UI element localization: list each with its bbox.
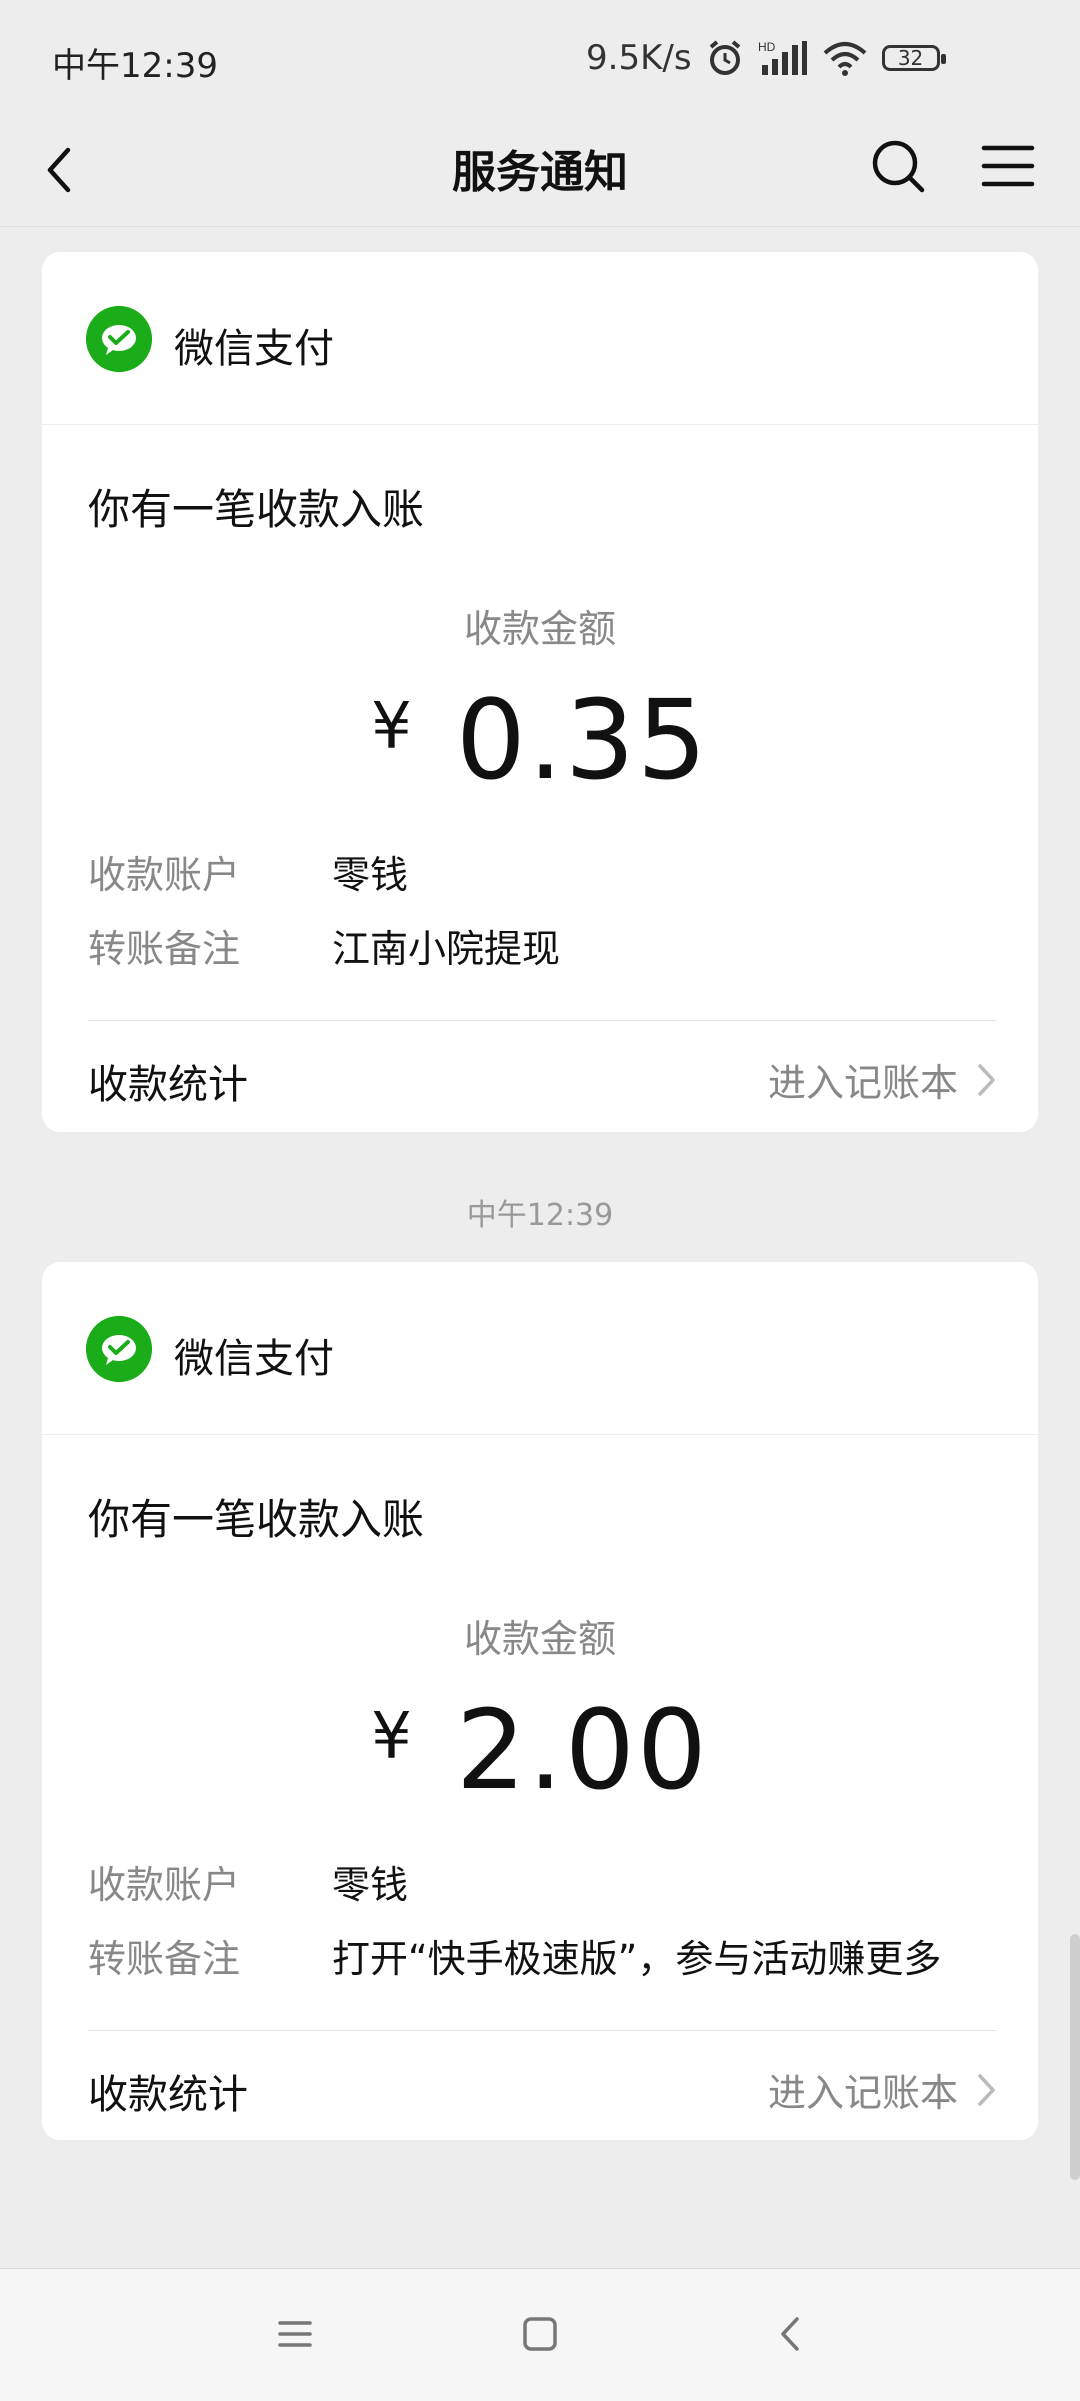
- brand-name: 微信支付: [174, 1336, 334, 1382]
- divider: [88, 2030, 996, 2031]
- amount-value: ¥2.00: [42, 1686, 1038, 1814]
- field-value: 打开“快手极速版”，参与活动赚更多: [332, 1937, 942, 1981]
- field-row: 收款账户 零钱: [88, 844, 408, 899]
- card-title: 你有一笔收款入账: [88, 1495, 425, 1544]
- scrollbar[interactable]: [1070, 1934, 1080, 2180]
- status-bar: 中午12:39 9.5K/s HD 32: [0, 0, 1080, 120]
- field-key: 转账备注: [88, 927, 241, 971]
- stats-label: 收款统计: [88, 2072, 248, 2118]
- amount-number: 0.35: [455, 676, 709, 804]
- currency-symbol: ¥: [371, 1700, 414, 1774]
- field-value: 江南小院提现: [332, 927, 561, 971]
- stats-label: 收款统计: [88, 1062, 248, 1108]
- battery-icon: 32: [881, 45, 946, 71]
- card-header: 微信支付: [42, 252, 1038, 425]
- open-ledger-link[interactable]: 进入记账本: [768, 2062, 998, 2117]
- card-header: 微信支付: [42, 1262, 1038, 1435]
- field-value: 零钱: [332, 853, 409, 897]
- field-row: 转账备注 打开“快手极速版”，参与活动赚更多: [88, 1928, 941, 1983]
- amount-label: 收款金额: [463, 1617, 616, 1661]
- battery-level: 32: [897, 46, 924, 70]
- alarm-icon: [709, 40, 740, 75]
- network-speed: 9.5K/s: [586, 38, 692, 78]
- amount-number: 2.00: [455, 1686, 709, 1814]
- menu-icon[interactable]: [976, 134, 1040, 198]
- status-time: 中午12:39: [52, 46, 218, 86]
- back-nav-icon[interactable]: [766, 2309, 816, 2359]
- field-key: 转账备注: [88, 1937, 241, 1981]
- wechat-pay-logo: [86, 306, 152, 372]
- recent-apps-icon[interactable]: [270, 2309, 320, 2359]
- divider: [88, 1020, 996, 1021]
- payment-notification-card[interactable]: 微信支付 你有一笔收款入账 收款金额 ¥2.00 收款账户 零钱 转账备注 打开“快…: [42, 1262, 1038, 2140]
- open-ledger-label: 进入记账本: [767, 1061, 958, 1105]
- system-nav-bar: [0, 2268, 1080, 2401]
- chevron-right-icon: [978, 1063, 995, 1096]
- wifi-icon: [823, 42, 866, 76]
- chevron-right-icon: [978, 2073, 995, 2106]
- field-row: 收款账户 零钱: [88, 1854, 408, 1909]
- top-nav-bar: 服务通知: [0, 120, 1080, 227]
- currency-symbol: ¥: [371, 690, 414, 764]
- open-ledger-label: 进入记账本: [767, 2071, 958, 2115]
- field-value: 零钱: [332, 1863, 409, 1907]
- payment-notification-card[interactable]: 微信支付 你有一笔收款入账 收款金额 ¥0.35 收款账户 零钱 转账备注 江南小院…: [42, 252, 1038, 1132]
- home-icon[interactable]: [515, 2309, 565, 2359]
- amount-value: ¥0.35: [42, 676, 1038, 804]
- wechat-pay-logo: [86, 1316, 152, 1382]
- field-key: 收款账户: [88, 1863, 241, 1907]
- status-icons: 9.5K/s HD 32: [586, 38, 946, 78]
- amount-label: 收款金额: [463, 607, 616, 651]
- time-separator: 中午12:39: [466, 1198, 614, 1233]
- field-row: 转账备注 江南小院提现: [88, 918, 560, 973]
- card-title: 你有一笔收款入账: [88, 485, 425, 534]
- hd-signal-icon: HD: [758, 40, 807, 75]
- brand-name: 微信支付: [174, 326, 334, 372]
- search-icon[interactable]: [866, 134, 930, 198]
- svg-text:HD: HD: [758, 40, 776, 54]
- field-key: 收款账户: [88, 853, 241, 897]
- open-ledger-link[interactable]: 进入记账本: [768, 1052, 998, 1107]
